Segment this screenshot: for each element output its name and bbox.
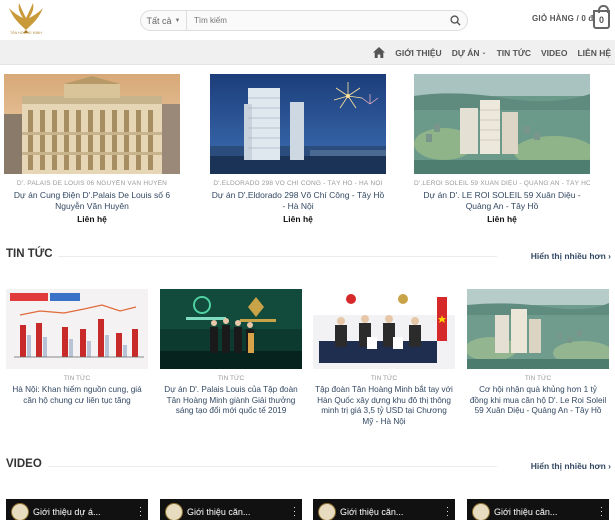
news-section-title: TIN TỨC: [6, 248, 53, 260]
section-divider: [48, 466, 497, 467]
product-category[interactable]: D'. PALAIS DE LOUIS 06 NGUYỄN VĂN HUYÊN: [4, 180, 180, 187]
cart-icon[interactable]: 0: [593, 5, 610, 29]
more-vertical-icon[interactable]: · · ·: [139, 503, 142, 520]
nav-item-du-an[interactable]: DỰ ÁN ⌄: [452, 48, 487, 58]
product-card[interactable]: D'. PALAIS DE LOUIS 06 NGUYỄN VĂN HUYÊN …: [4, 74, 180, 224]
product-title[interactable]: Dự án Cung Điện D'.Palais De Louis số 6 …: [4, 190, 180, 212]
search-category-select[interactable]: Tất cả ▼: [141, 11, 187, 30]
news-card[interactable]: TIN TỨC Dự án D'. Palais Louis của Tập đ…: [160, 289, 302, 417]
news-title[interactable]: Hà Nội: Khan hiếm nguồn cung, giá căn hộ…: [6, 385, 148, 406]
news-card[interactable]: TIN TỨC Cơ hội nhận quà khủng hơn 1 tỷ đ…: [467, 289, 609, 417]
video-title[interactable]: Giới thiệu căn...: [494, 507, 557, 517]
video-card[interactable]: Giới thiệu căn... · · ·: [313, 499, 455, 520]
video-card[interactable]: Giới thiệu căn... · · ·: [160, 499, 302, 520]
search-category-value: Tất cả: [146, 15, 172, 26]
main-nav: GIỚI THIỆU DỰ ÁN ⌄ TIN TỨC VIDEO LIÊN HỆ: [0, 40, 615, 65]
section-divider: [58, 256, 497, 257]
nav-item-lien-he[interactable]: LIÊN HỆ: [577, 48, 611, 58]
cart-count: 0: [598, 14, 604, 25]
video-title[interactable]: Giới thiệu dự á...: [33, 507, 100, 517]
news-image[interactable]: [313, 289, 455, 369]
product-card[interactable]: D'.LEROI SOLEIL 59 XUÂN DIỆU - QUẢNG AN …: [414, 74, 590, 224]
chevron-right-icon: ›: [608, 461, 611, 471]
news-more-label: Hiển thị nhiều hơn: [530, 251, 606, 261]
search-button[interactable]: [443, 11, 467, 30]
nav-item-label: LIÊN HỆ: [577, 47, 611, 58]
news-title[interactable]: Cơ hội nhận quà khủng hơn 1 tỷ đồng khi …: [467, 385, 609, 417]
phoenix-logo-icon: [9, 3, 43, 33]
search-box: Tất cả ▼: [140, 10, 468, 31]
nav-item-gioi-thieu[interactable]: GIỚI THIỆU: [395, 48, 441, 58]
product-card[interactable]: D'.ELDORADO 298 VÕ CHÍ CÔNG - TÂY HỒ - H…: [210, 74, 386, 224]
video-section-title: VIDEO: [6, 458, 42, 470]
product-image[interactable]: [210, 74, 386, 174]
nav-item-tin-tuc[interactable]: TIN TỨC: [497, 48, 531, 58]
site-header: TÂN HOÀNG MINH Tất cả ▼ GIỎ HÀNG / 0 đ 0: [0, 0, 615, 40]
logo-text: TÂN HOÀNG MINH: [9, 31, 43, 35]
chevron-right-icon: ›: [608, 251, 611, 261]
more-vertical-icon[interactable]: · · ·: [446, 503, 449, 520]
channel-avatar: [318, 503, 336, 520]
nav-item-video[interactable]: VIDEO: [541, 48, 567, 58]
channel-avatar: [165, 503, 183, 520]
more-vertical-icon[interactable]: · · ·: [600, 503, 603, 520]
news-category: TIN TỨC: [63, 375, 91, 382]
news-category: TIN TỨC: [524, 375, 552, 382]
channel-avatar: [11, 503, 29, 520]
product-price: Liên hệ: [487, 214, 517, 224]
video-title[interactable]: Giới thiệu căn...: [340, 507, 403, 517]
news-card[interactable]: TIN TỨC Hà Nội: Khan hiếm nguồn cung, gi…: [6, 289, 148, 406]
product-title[interactable]: Dự án D'. LE ROI SOLEIL 59 Xuân Diệu - Q…: [414, 190, 590, 212]
news-category: TIN TỨC: [217, 375, 245, 382]
nav-item-label: VIDEO: [541, 47, 568, 58]
product-image[interactable]: [4, 74, 180, 174]
home-icon[interactable]: [373, 47, 386, 58]
product-image[interactable]: [414, 74, 590, 174]
search-input[interactable]: [187, 11, 443, 30]
chevron-down-icon: ⌄: [481, 50, 487, 56]
video-more-label: Hiển thị nhiều hơn: [530, 461, 606, 471]
channel-avatar: [472, 503, 490, 520]
news-image[interactable]: [6, 289, 148, 369]
product-category[interactable]: D'.ELDORADO 298 VÕ CHÍ CÔNG - TÂY HỒ - H…: [210, 180, 386, 187]
news-card[interactable]: TIN TỨC Tập đoàn Tân Hoàng Minh bắt tay …: [313, 289, 455, 427]
more-vertical-icon[interactable]: · · ·: [293, 503, 296, 520]
product-price: Liên hệ: [77, 214, 107, 224]
nav-item-label: GIỚI THIỆU: [395, 47, 442, 58]
news-title[interactable]: Tập đoàn Tân Hoàng Minh bắt tay với Hàn …: [313, 385, 455, 427]
news-category: TIN TỨC: [370, 375, 398, 382]
product-title[interactable]: Dự án D'.Eldorado 298 Võ Chí Công - Tây …: [210, 190, 386, 212]
news-image[interactable]: [160, 289, 302, 369]
video-card[interactable]: Giới thiệu căn... · · ·: [467, 499, 609, 520]
video-card[interactable]: Giới thiệu dự á... · · ·: [6, 499, 148, 520]
news-title[interactable]: Dự án D'. Palais Louis của Tập đoàn Tân …: [160, 385, 302, 417]
search-icon: [449, 15, 461, 26]
nav-item-label: DỰ ÁN: [451, 47, 480, 58]
news-image[interactable]: [467, 289, 609, 369]
product-price: Liên hệ: [283, 214, 313, 224]
video-more-link[interactable]: Hiển thị nhiều hơn ›: [531, 461, 611, 471]
nav-item-label: TIN TỨC: [496, 47, 532, 58]
product-category[interactable]: D'.LEROI SOLEIL 59 XUÂN DIỆU - QUẢNG AN …: [414, 180, 590, 187]
cart-link[interactable]: GIỎ HÀNG / 0 đ: [532, 14, 593, 23]
video-title[interactable]: Giới thiệu căn...: [187, 507, 250, 517]
news-more-link[interactable]: Hiển thị nhiều hơn ›: [531, 251, 611, 261]
chevron-down-icon: ▼: [174, 17, 181, 24]
